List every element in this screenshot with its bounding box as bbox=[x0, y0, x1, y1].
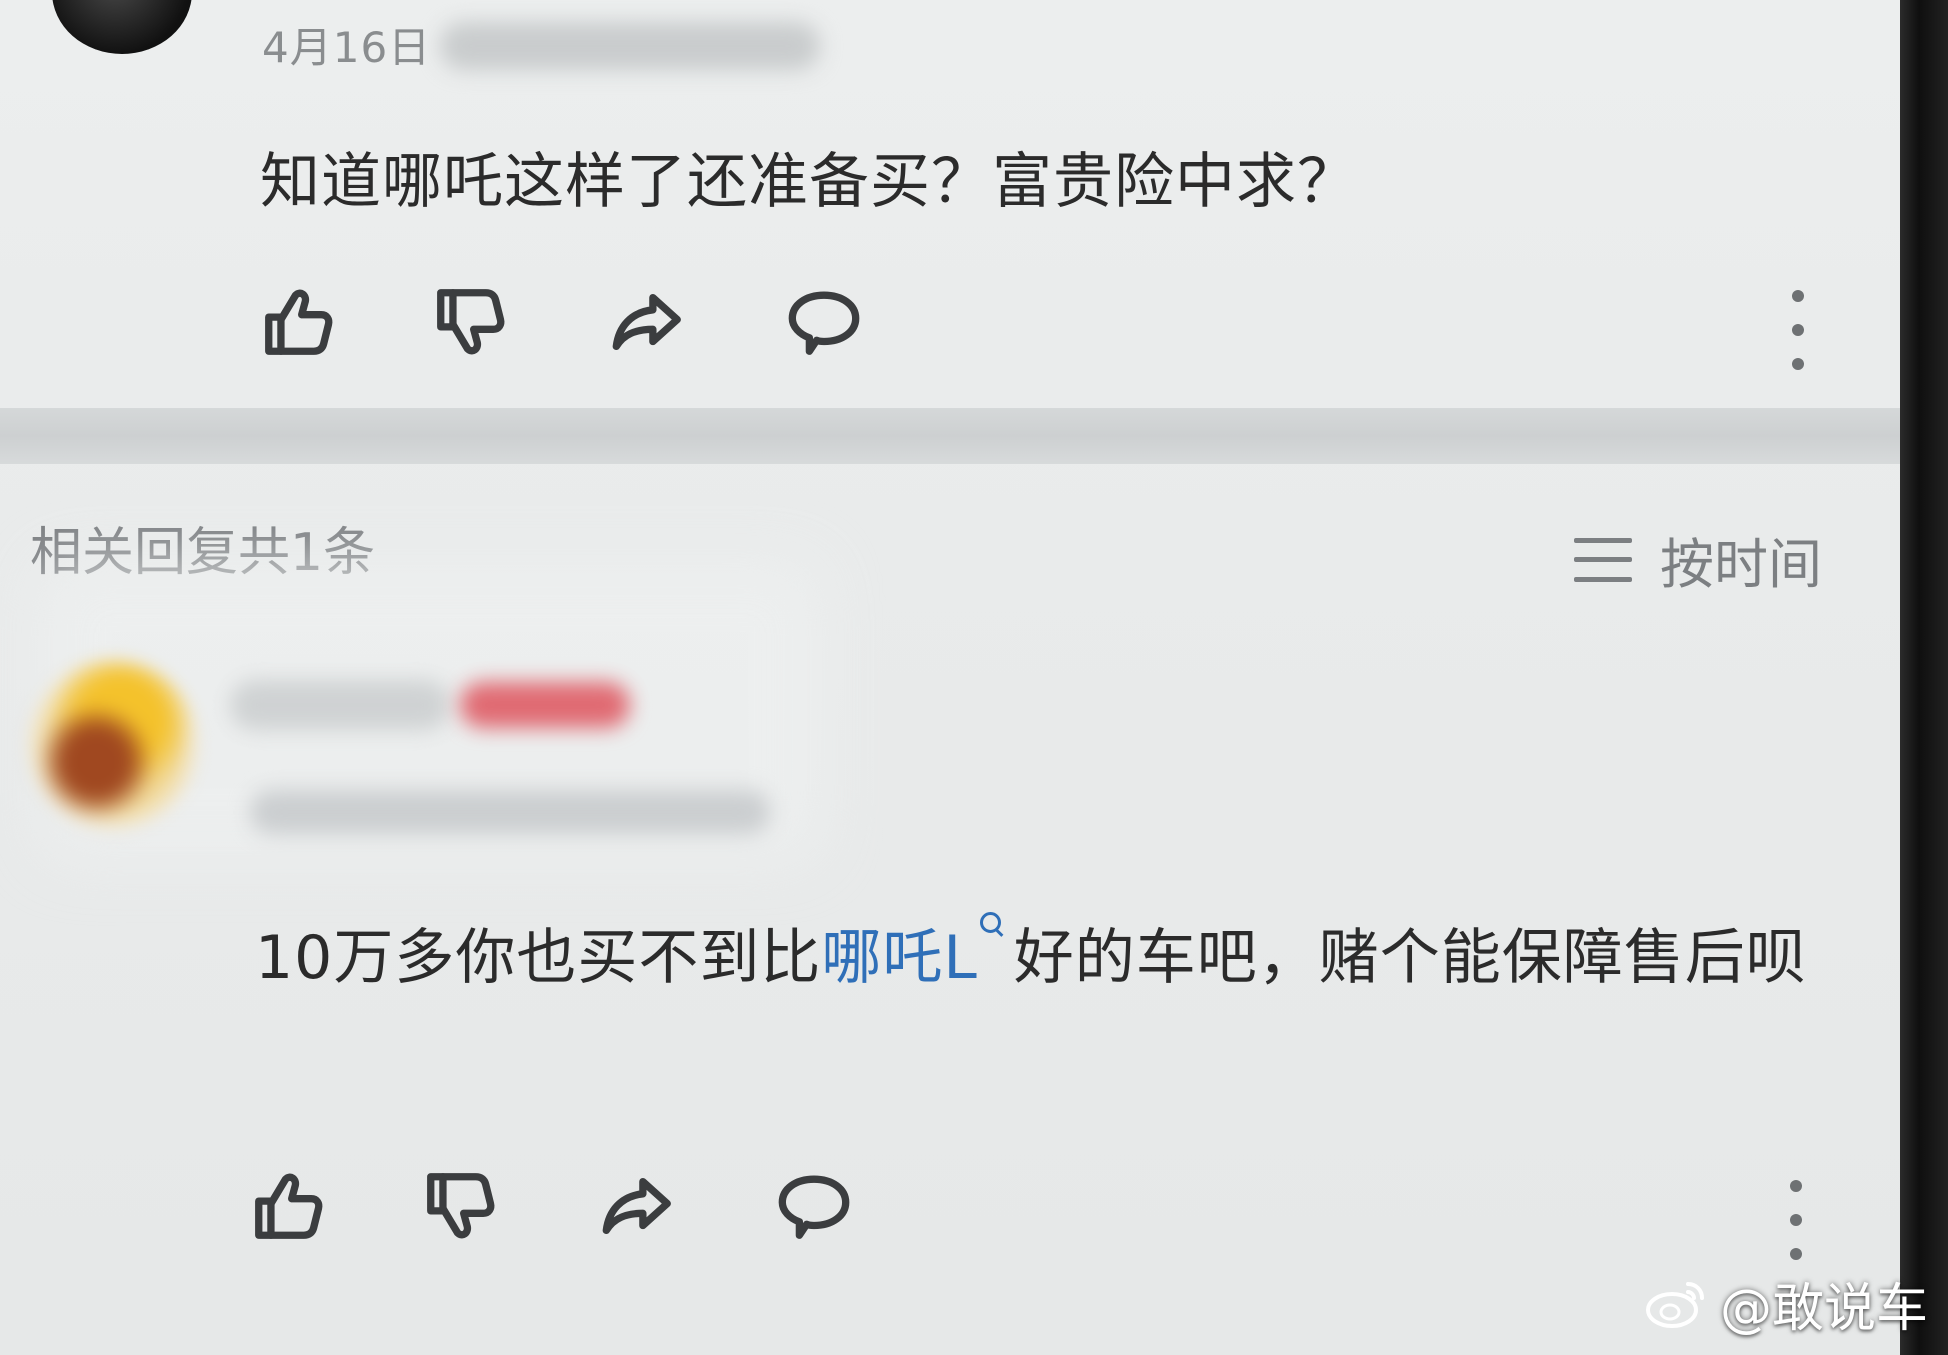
sort-label: 按时间 bbox=[1660, 533, 1822, 596]
top-comment-avatar[interactable] bbox=[52, 0, 192, 54]
comment-icon bbox=[788, 291, 860, 355]
section-divider bbox=[0, 408, 1900, 464]
comment-button[interactable] bbox=[782, 280, 866, 364]
sort-icon bbox=[1574, 537, 1632, 582]
thumbs-up-icon bbox=[255, 1173, 323, 1239]
keyword-link[interactable]: 哪吒L bbox=[821, 912, 1013, 993]
thumbs-up-icon bbox=[265, 289, 333, 355]
more-icon bbox=[1792, 290, 1804, 302]
watermark-text: @敢说车 bbox=[1719, 1279, 1928, 1339]
reply-dislike-button[interactable] bbox=[418, 1164, 502, 1248]
thumbs-down-icon bbox=[437, 289, 505, 355]
share-icon bbox=[612, 293, 681, 351]
reply-comment-button[interactable] bbox=[772, 1164, 856, 1248]
more-button[interactable] bbox=[1778, 290, 1818, 370]
dislike-button[interactable] bbox=[428, 280, 512, 364]
reply-share-button[interactable] bbox=[596, 1164, 680, 1248]
keyword-link-label: 哪吒L bbox=[821, 923, 978, 993]
share-button[interactable] bbox=[606, 280, 690, 364]
reply-text-part: 好的车吧，赌个能保障售后呗 bbox=[1013, 923, 1807, 993]
more-icon bbox=[1790, 1180, 1802, 1192]
reply-text-part: 10万多你也买不到比 bbox=[255, 923, 822, 993]
phone-bezel bbox=[1900, 0, 1948, 1355]
weibo-icon bbox=[1645, 1281, 1704, 1328]
reply-like-button[interactable] bbox=[246, 1164, 330, 1248]
comment-icon bbox=[778, 1175, 850, 1239]
top-comment-text: 知道哪吒这样了还准备买？富贵险中求？ bbox=[260, 147, 1358, 217]
reply-text: 10万多你也买不到比哪吒L 好的车吧，赌个能保障售后呗 bbox=[255, 902, 1855, 1014]
share-icon bbox=[602, 1177, 671, 1235]
search-icon bbox=[978, 910, 1006, 938]
like-button[interactable] bbox=[256, 280, 340, 364]
thumbs-down-icon bbox=[427, 1173, 495, 1239]
top-comment-date: 4月16日 bbox=[262, 23, 432, 72]
reply-avatar[interactable] bbox=[28, 660, 198, 830]
reply-meta-blurred bbox=[250, 790, 770, 834]
reply-more-button[interactable] bbox=[1776, 1180, 1816, 1260]
reply-username-blurred bbox=[230, 680, 450, 730]
watermark: @敢说车 bbox=[1644, 1266, 1928, 1341]
reply-badge-blurred bbox=[460, 682, 630, 728]
top-comment-meta-blurred bbox=[440, 22, 820, 70]
sort-by-time-button[interactable]: 按时间 bbox=[1574, 520, 1822, 599]
screen: 4月16日 知道哪吒这样了还准备买？富贵险中求？ 相关回复共1条 按时间 10万… bbox=[0, 0, 1900, 1355]
